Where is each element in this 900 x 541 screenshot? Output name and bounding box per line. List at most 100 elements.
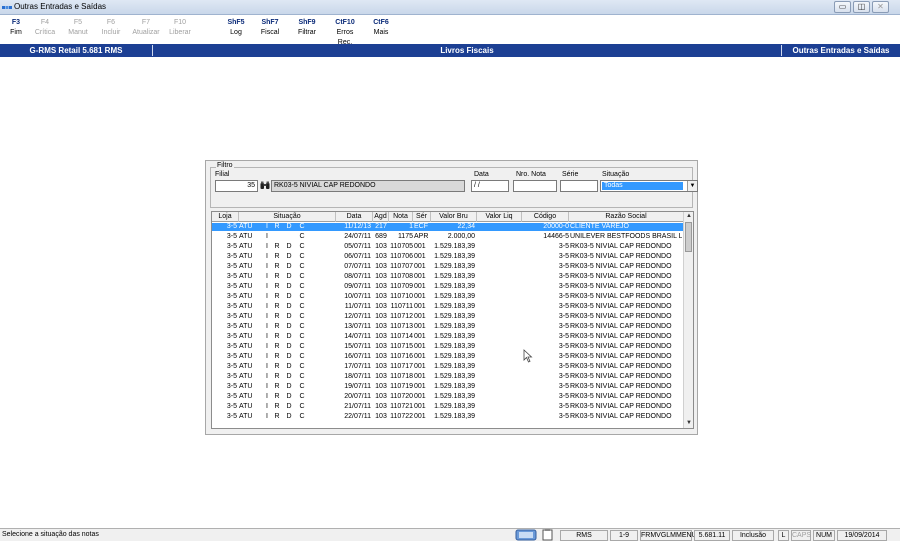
column-header[interactable]: Loja	[212, 212, 239, 222]
table-cell: 16/07/11	[344, 353, 371, 360]
table-cell: 110713	[390, 323, 413, 330]
toolbar-key-f7[interactable]: F7 Atualizar	[130, 18, 162, 38]
table-row[interactable]: 3-5 ATU I C 24/07/11 689 1175 APR 2.000,00 14466-…	[212, 233, 684, 241]
mouse-pointer-icon	[523, 349, 533, 363]
serie-input[interactable]	[560, 180, 598, 192]
column-header[interactable]: Agd	[373, 212, 389, 222]
table-cell: I	[266, 333, 268, 340]
close-button[interactable]: ✕	[872, 1, 889, 13]
table-cell: 103	[375, 313, 387, 320]
toolbar-key-code: CtF10	[335, 19, 355, 26]
table-cell: D	[286, 333, 292, 340]
table-row[interactable]: 3-5 ATU I R D C 17/07/11 103 110717 001 1.529.183,…	[212, 363, 684, 371]
column-header[interactable]: Valor Bru	[431, 212, 477, 222]
toolbar-key-f5[interactable]: F5 Manut	[62, 18, 94, 38]
binoculars-icon[interactable]	[260, 181, 270, 190]
table-cell: 3-5	[226, 413, 237, 420]
table-cell: 1.529.183,39	[434, 263, 475, 270]
table-row[interactable]: 3-5 ATU I R D C 05/07/11 103 110705 001 1.529.183,…	[212, 243, 684, 251]
table-cell: 110717	[390, 363, 413, 370]
toolbar-key-f10[interactable]: F10 Liberar	[164, 18, 196, 38]
restore-button[interactable]: ◫	[853, 1, 870, 13]
table-cell: C	[299, 303, 305, 310]
table-row[interactable]: 3-5 ATU I R D C 21/07/11 103 110721 001 1.529.183,…	[212, 403, 684, 411]
column-header[interactable]: Data	[336, 212, 373, 222]
table-cell: 110715	[390, 343, 413, 350]
table-cell: 110714	[390, 333, 413, 340]
date-input[interactable]: / /	[471, 180, 509, 192]
scroll-down-icon[interactable]: ▼	[684, 419, 693, 428]
table-cell: 001	[414, 363, 426, 370]
toolbar-key-label: Atualizar	[132, 29, 160, 36]
table-cell: 3-5	[558, 403, 569, 410]
column-header[interactable]: Razão Social	[569, 212, 684, 222]
table-cell: I	[266, 393, 268, 400]
toolbar-key-shf9[interactable]: ShF9 Filtrar	[291, 18, 323, 38]
table-cell: C	[299, 223, 305, 230]
table-cell: 3-5	[558, 393, 569, 400]
table-cell: C	[299, 243, 305, 250]
nro-nota-input[interactable]	[513, 180, 557, 192]
table-cell: 14/07/11	[344, 333, 371, 340]
toolbar-key-f3[interactable]: F3 Fim	[0, 18, 32, 38]
table-row[interactable]: 3-5 ATU I R D C 06/07/11 103 110706 001 1.529.183,…	[212, 253, 684, 261]
toolbar-key-f6[interactable]: F6 Incluir	[95, 18, 127, 38]
table-row[interactable]: 3-5 ATU I R D C 08/07/11 103 110708 001 1.529.183,…	[212, 273, 684, 281]
table-cell: I	[266, 373, 268, 380]
table-cell: 001	[414, 263, 426, 270]
table-cell: R	[274, 223, 280, 230]
situacao-select[interactable]: Todas ▼	[600, 180, 698, 192]
table-cell: 1.529.183,39	[434, 363, 475, 370]
table-row[interactable]: 3-5 ATU I R D C 11/12/13 217 1 ECF 22,34 20000-0 CLI…	[212, 223, 684, 231]
minimize-button[interactable]: ▭	[834, 1, 851, 13]
table-cell: 17/07/11	[344, 363, 371, 370]
table-row[interactable]: 3-5 ATU I R D C 13/07/11 103 110713 001 1.529.183,…	[212, 323, 684, 331]
table-cell: 3-5	[558, 303, 569, 310]
table-cell: D	[286, 393, 292, 400]
scroll-up-icon[interactable]: ▲	[684, 212, 693, 221]
filial-input[interactable]: 35	[215, 180, 258, 192]
table-cell: D	[286, 343, 292, 350]
chevron-down-icon[interactable]: ▼	[687, 181, 697, 191]
table-cell: 103	[375, 343, 387, 350]
toolbar-key-f4[interactable]: F4 Crítica	[29, 18, 61, 38]
table-cell: 22/07/11	[344, 413, 371, 420]
table-cell: D	[286, 353, 292, 360]
table-cell: 3-5	[226, 393, 237, 400]
table-row[interactable]: 3-5 ATU I R D C 22/07/11 103 110722 001 1.529.183,…	[212, 413, 684, 421]
toolbar-key-ctf6[interactable]: CtF6 Mais	[365, 18, 397, 38]
table-cell: 20/07/11	[344, 393, 371, 400]
scroll-thumb[interactable]	[685, 222, 692, 252]
table-cell: 1.529.183,39	[434, 333, 475, 340]
column-header[interactable]: Nota	[389, 212, 413, 222]
table-cell: D	[286, 383, 292, 390]
column-header[interactable]: Valor Liq	[477, 212, 522, 222]
table-row[interactable]: 3-5 ATU I R D C 09/07/11 103 110709 001 1.529.183,…	[212, 283, 684, 291]
table-row[interactable]: 3-5 ATU I R D C 10/07/11 103 110710 001 1.529.183,…	[212, 293, 684, 301]
table-row[interactable]: 3-5 ATU I R D C 19/07/11 103 110719 001 1.529.183,…	[212, 383, 684, 391]
table-cell: RK03-5 NIVIAL CAP REDONDO	[570, 293, 672, 300]
table-row[interactable]: 3-5 ATU I R D C 11/07/11 103 110711 001 1.529.183,…	[212, 303, 684, 311]
table-cell: 1.529.183,39	[434, 343, 475, 350]
table-row[interactable]: 3-5 ATU I R D C 15/07/11 103 110715 001 1.529.183,…	[212, 343, 684, 351]
table-row[interactable]: 3-5 ATU I R D C 14/07/11 103 110714 001 1.529.183,…	[212, 333, 684, 341]
table-cell: D	[286, 223, 292, 230]
table-row[interactable]: 3-5 ATU I R D C 12/07/11 103 110712 001 1.529.183,…	[212, 313, 684, 321]
table-cell: 110706	[390, 253, 413, 260]
toolbar-key-code: CtF6	[373, 19, 389, 26]
table-cell: 1	[409, 223, 413, 230]
vertical-scrollbar[interactable]: ▲ ▼	[683, 212, 693, 428]
toolbar-key-shf7[interactable]: ShF7 Fiscal	[254, 18, 286, 38]
table-row[interactable]: 3-5 ATU I R D C 18/07/11 103 110718 001 1.529.183,…	[212, 373, 684, 381]
toolbar-key-shf5[interactable]: ShF5 Log	[220, 18, 252, 38]
table-cell: 103	[375, 333, 387, 340]
table-row[interactable]: 3-5 ATU I R D C 20/07/11 103 110720 001 1.529.183,…	[212, 393, 684, 401]
toolbar-key-code: F7	[141, 19, 151, 26]
column-header[interactable]: Situação	[239, 212, 336, 222]
table-cell: I	[266, 253, 268, 260]
table-cell: 10/07/11	[344, 293, 371, 300]
table-row[interactable]: 3-5 ATU I R D C 16/07/11 103 110716 001 1.529.183,…	[212, 353, 684, 361]
table-row[interactable]: 3-5 ATU I R D C 07/07/11 103 110707 001 1.529.183,…	[212, 263, 684, 271]
column-header[interactable]: Sér	[413, 212, 431, 222]
column-header[interactable]: Código	[522, 212, 569, 222]
